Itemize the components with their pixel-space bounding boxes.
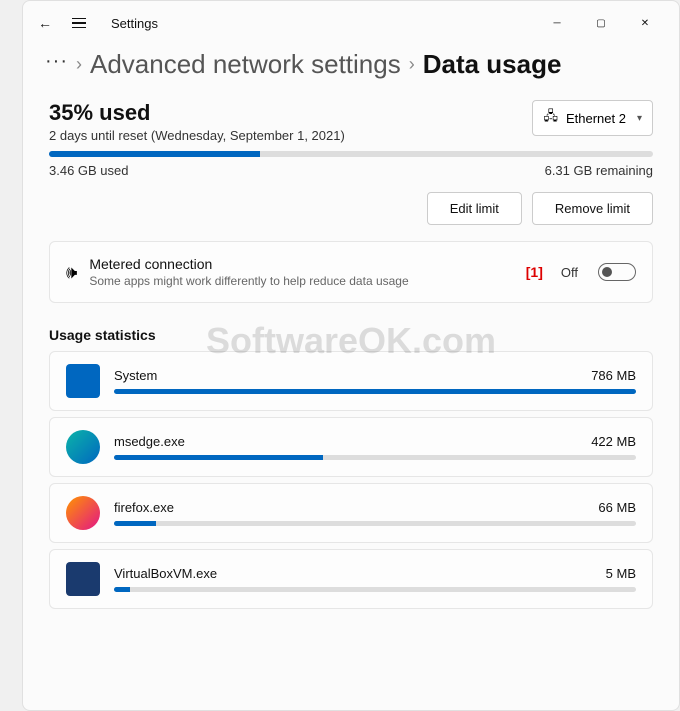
close-button[interactable]: ✕ (623, 9, 667, 37)
metered-title: Metered connection (89, 256, 507, 272)
usage-progress-fill (49, 151, 260, 157)
gauge-icon: 🕪 (66, 262, 77, 283)
stat-app-size: 66 MB (598, 500, 636, 515)
maximize-icon: ▢ (596, 18, 605, 29)
stat-item[interactable]: VirtualBoxVM.exe 5 MB (49, 549, 653, 609)
breadcrumb-parent[interactable]: Advanced network settings (90, 49, 401, 80)
ethernet-icon: 🖧 (543, 107, 558, 129)
minimize-icon: ─ (553, 18, 560, 29)
stat-bar (114, 389, 636, 394)
chevron-right-icon: › (409, 54, 415, 75)
breadcrumb-ellipsis[interactable]: ··· (45, 51, 68, 71)
stat-app-size: 786 MB (591, 368, 636, 383)
menu-button[interactable] (69, 13, 89, 33)
adapter-dropdown[interactable]: 🖧 Ethernet 2 ▾ (532, 100, 653, 136)
stat-app-name: System (114, 368, 157, 383)
stat-app-name: msedge.exe (114, 434, 185, 449)
hamburger-icon (72, 18, 86, 29)
stat-fill (114, 521, 156, 526)
toggle-state-label: Off (561, 265, 578, 280)
stat-fill (114, 389, 636, 394)
back-button[interactable]: ← (35, 13, 55, 33)
maximize-button[interactable]: ▢ (579, 9, 623, 37)
adapter-name: Ethernet 2 (566, 111, 626, 126)
stat-bar (114, 587, 636, 592)
breadcrumb: ··· › Advanced network settings › Data u… (23, 45, 679, 90)
remove-limit-button[interactable]: Remove limit (532, 192, 653, 225)
usage-remaining-label: 6.31 GB remaining (545, 163, 653, 178)
stat-fill (114, 587, 130, 592)
stat-app-name: VirtualBoxVM.exe (114, 566, 217, 581)
stat-item[interactable]: msedge.exe 422 MB (49, 417, 653, 477)
stat-bar (114, 455, 636, 460)
stat-fill (114, 455, 323, 460)
usage-used-label: 3.46 GB used (49, 163, 129, 178)
metered-connection-card: 🕪 Metered connection Some apps might wor… (49, 241, 653, 303)
stat-app-size: 5 MB (606, 566, 636, 581)
breadcrumb-current: Data usage (423, 49, 562, 80)
settings-window: ← Settings ─ ▢ ✕ ··· › Advanced network … (22, 0, 680, 711)
stat-app-name: firefox.exe (114, 500, 174, 515)
chevron-down-icon: ▾ (637, 113, 642, 124)
usage-reset-text: 2 days until reset (Wednesday, September… (49, 128, 532, 143)
close-icon: ✕ (641, 18, 649, 29)
app-title: Settings (111, 16, 158, 31)
stat-app-size: 422 MB (591, 434, 636, 449)
stat-bar (114, 521, 636, 526)
usage-progress-bar (49, 151, 653, 157)
usage-percent-title: 35% used (49, 100, 532, 126)
stat-item[interactable]: System 786 MB (49, 351, 653, 411)
metered-toggle[interactable] (598, 263, 636, 281)
edit-limit-button[interactable]: Edit limit (427, 192, 522, 225)
app-icon (66, 562, 100, 596)
titlebar: ← Settings ─ ▢ ✕ (23, 1, 679, 45)
chevron-right-icon: › (76, 54, 82, 75)
stat-item[interactable]: firefox.exe 66 MB (49, 483, 653, 543)
minimize-button[interactable]: ─ (535, 9, 579, 37)
usage-stats-title: Usage statistics (49, 327, 653, 343)
app-icon (66, 430, 100, 464)
metered-subtitle: Some apps might work differently to help… (89, 274, 507, 288)
app-icon (66, 496, 100, 530)
annotation-marker: [1] (526, 264, 543, 280)
app-icon (66, 364, 100, 398)
back-arrow-icon: ← (38, 15, 52, 31)
toggle-knob (602, 267, 612, 277)
